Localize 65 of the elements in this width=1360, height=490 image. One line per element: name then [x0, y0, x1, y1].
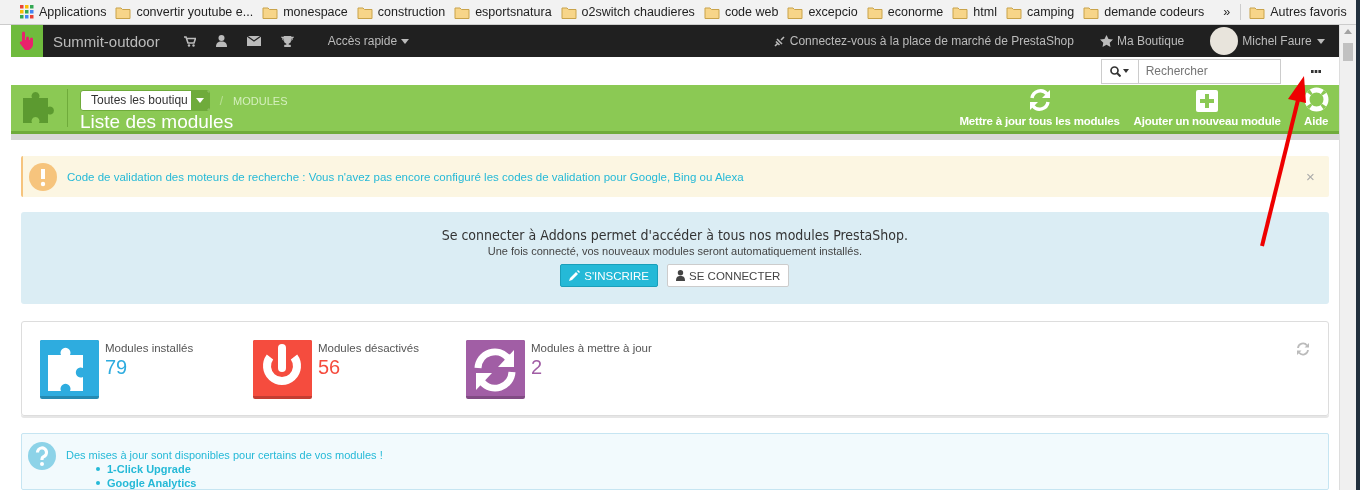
more-dots-icon[interactable]	[1310, 69, 1321, 73]
folder-icon	[866, 5, 883, 19]
stat-label: Modules à mettre à jour	[531, 342, 652, 354]
bullet-icon	[96, 481, 100, 485]
quick-access-menu[interactable]: Accès rapide	[327, 34, 410, 48]
folder-icon	[952, 5, 969, 19]
scrollbar[interactable]	[1338, 25, 1356, 490]
plug-icon	[772, 34, 786, 48]
puzzle-icon	[21, 92, 57, 124]
folder-icon	[787, 5, 804, 19]
user-avatar[interactable]	[1210, 27, 1239, 55]
apps-grid-icon[interactable]	[20, 5, 34, 19]
trophy-icon[interactable]	[280, 35, 294, 47]
bookmark-link[interactable]: excepcio	[787, 5, 867, 19]
user-icon[interactable]	[215, 35, 227, 47]
folder-icon	[262, 5, 279, 19]
warning-text: Code de validation des moteurs de recherche : Vous n'avez pas encore configuré les codes de validation pour Google, Bing ou Alexa	[67, 170, 745, 183]
bookmark-link[interactable]: o2switch chaudieres	[560, 5, 704, 19]
folder-icon	[560, 5, 577, 19]
bookmark-link[interactable]: demande codeurs	[1083, 5, 1214, 19]
bookmark-link[interactable]: Autres favoris	[1249, 5, 1356, 19]
star-icon	[1099, 35, 1113, 47]
pencil-icon	[569, 270, 581, 281]
breadcrumb-separator: /	[219, 93, 224, 108]
marketplace-link[interactable]: Connectez-vous à la place de marché de PrestaShop	[772, 34, 1074, 48]
bullet-icon	[96, 467, 100, 471]
bookmark-link[interactable]: econorme	[866, 5, 953, 19]
question-icon	[28, 442, 56, 470]
search-field[interactable]: Rechercher	[1138, 58, 1281, 84]
bookmark-link[interactable]: convertir youtube e...	[115, 5, 263, 19]
bookmark-link[interactable]: construction	[356, 5, 455, 19]
stat-count: 56	[318, 356, 342, 379]
bookmark-link[interactable]: esportsnatura	[454, 5, 561, 19]
folder-icon	[1249, 5, 1266, 19]
stat-label: Modules installés	[105, 342, 194, 354]
shop-name[interactable]: Summit-outdoor	[53, 32, 160, 50]
search-type-button[interactable]	[1100, 58, 1139, 84]
page-title: Liste des modules	[80, 111, 235, 133]
addons-title: Se connecter à Addons permet d'accéder à tous nos modules PrestaShop.	[441, 227, 908, 243]
folder-icon	[1083, 5, 1100, 19]
user-menu[interactable]: Michel Faure	[1242, 34, 1325, 48]
cart-icon[interactable]	[183, 35, 196, 47]
folder-icon	[454, 5, 471, 19]
envelope-icon[interactable]	[246, 36, 261, 46]
bookmark-link[interactable]: code web	[703, 5, 788, 19]
user-icon	[676, 270, 686, 281]
stat-count: 2	[531, 356, 544, 379]
exclamation-icon	[29, 162, 57, 191]
bookmark-link[interactable]: Applications	[39, 5, 107, 19]
folder-icon	[703, 5, 720, 19]
bookmark-link[interactable]: camping	[1005, 5, 1084, 19]
updates-text: Des mises à jour sont disponibles pour certains de vos modules !	[66, 449, 383, 461]
stat-label: Modules désactivés	[318, 342, 419, 354]
folder-icon	[1005, 5, 1022, 19]
bookmark-link[interactable]: monespace	[262, 5, 357, 19]
my-shop-link[interactable]: Ma Boutique	[1099, 34, 1185, 48]
addons-subtitle: Une fois connecté, vos nouveaux modules seront automatiquement installés.	[487, 245, 862, 257]
folder-icon	[115, 5, 132, 19]
login-button[interactable]: SE CONNECTER	[667, 264, 790, 287]
bookmark-link[interactable]: html	[952, 5, 1006, 19]
bookmark-overflow[interactable]: »	[1213, 5, 1241, 19]
stat-count: 79	[105, 356, 129, 379]
shop-selector[interactable]: Toutes les boutiqu	[80, 90, 210, 111]
folder-icon	[356, 5, 373, 19]
search-icon	[1110, 65, 1122, 77]
